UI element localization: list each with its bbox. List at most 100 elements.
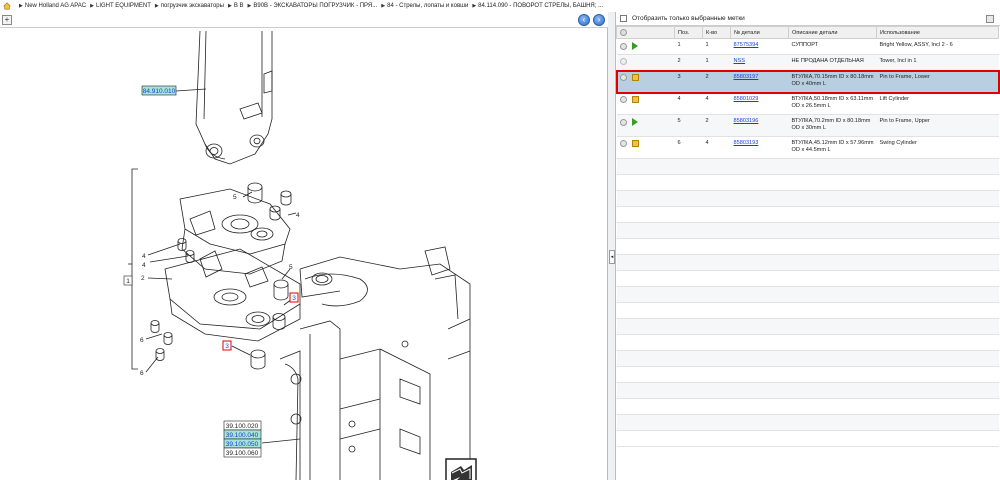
zoom-in-icon[interactable]: + [2, 15, 12, 25]
callout-label[interactable]: 5 [289, 264, 293, 271]
settings-circle-icon [620, 29, 627, 36]
callout-label-selected[interactable]: 3 [225, 343, 229, 350]
show-selected-only-checkbox[interactable] [620, 15, 627, 22]
empty-row [616, 174, 999, 191]
callout-label-selected[interactable]: 3 [292, 295, 296, 302]
quantity-cell: 4 [702, 92, 731, 115]
ref-label[interactable]: 39.100.060 [226, 450, 259, 457]
table-row[interactable]: 2 1 NSS НЕ ПРОДАНА ОТДЕЛЬНАЯ Tower, Incl… [616, 54, 999, 71]
breadcrumb-item[interactable]: погрузчик экскаваторы [161, 3, 224, 9]
exploded-parts-diagram[interactable]: 84.910.010 1 2 5 4 4 4 5 6 6 3 3 39.100.… [0, 29, 607, 480]
breadcrumb-item[interactable]: 84.114.090 - ПОВОРОТ СТРЕЛЫ, БАШНЯ; ... [478, 3, 603, 9]
quantity-cell: 4 [702, 136, 731, 159]
empty-row [616, 190, 999, 207]
usage-cell: Pin to Frame, Upper [876, 114, 999, 137]
collapse-arrow-icon[interactable]: ◂ [609, 250, 615, 264]
drawing-toolbar: + ‹ › [0, 12, 608, 28]
empty-row [616, 254, 999, 271]
yellow-box-icon [632, 140, 640, 147]
empty-row [616, 222, 999, 239]
add-to-cart-icon[interactable] [619, 96, 627, 103]
breadcrumb-item[interactable]: B B [234, 3, 244, 9]
add-to-cart-icon[interactable] [619, 58, 627, 65]
select-all-header[interactable] [616, 26, 675, 39]
empty-row [616, 158, 999, 175]
table-row-selected[interactable]: 3 2 85803197 ВТУЛКА,70.15mm ID x 80.18mm… [615, 69, 1000, 94]
chevron-right-icon: ▶ [247, 3, 252, 9]
home-icon[interactable] [3, 2, 11, 10]
quantity-cell: 1 [702, 38, 731, 55]
breadcrumb-item[interactable]: New Holland AG APAC [25, 3, 86, 9]
chevron-right-icon: ▶ [227, 3, 232, 9]
column-header[interactable]: № детали [730, 26, 789, 39]
direction-arrow-icon [445, 458, 477, 480]
column-header[interactable]: Поз. [674, 26, 703, 39]
yellow-box-icon [632, 96, 640, 103]
description-cell: НЕ ПРОДАНА ОТДЕЛЬНАЯ [788, 54, 877, 71]
part-number-link[interactable]: 85801029 [734, 96, 759, 102]
usage-cell: Lift Cylinder [876, 92, 999, 115]
table-row[interactable]: 5 2 85803196 ВТУЛКА,70.2mm ID x 80.18mm … [616, 114, 999, 137]
callout-label[interactable]: 1 [126, 278, 130, 285]
empty-row [616, 334, 999, 351]
breadcrumb: ▶ New Holland AG APAC ▶ LIGHT EQUIPMENT ▶ п… [0, 0, 1000, 12]
parts-table: Поз. К-во № детали Описание детали Испол… [615, 26, 1000, 447]
parts-list-pane: Отобразить только выбранные метки Поз. К… [615, 12, 1000, 480]
yellow-box-icon [632, 74, 640, 81]
previous-arrow-icon[interactable]: ‹ [578, 14, 590, 26]
callout-label[interactable]: 5 [233, 194, 237, 201]
column-header[interactable]: К-во [702, 26, 731, 39]
position-cell: 3 [674, 70, 703, 93]
part-number-link[interactable]: 87575394 [734, 42, 759, 48]
table-header: Поз. К-во № детали Описание детали Испол… [616, 26, 999, 39]
callout-label[interactable]: 2 [141, 275, 145, 282]
position-cell: 6 [674, 136, 703, 159]
ref-label[interactable]: 84.910.010 [143, 88, 176, 95]
part-number-link[interactable]: 85803193 [734, 140, 759, 146]
breadcrumb-item[interactable]: 84 - Стрелы, лопаты и ковши [387, 3, 468, 9]
part-number-link[interactable]: 85803196 [734, 118, 759, 124]
filter-bar: Отобразить только выбранные метки [616, 12, 1000, 26]
add-to-cart-icon[interactable] [619, 140, 627, 147]
drawing-pane: + ‹ › 84.910.010 1 2 5 4 4 4 5 6 6 3 3 3… [0, 12, 608, 480]
show-selected-only-label: Отобразить только выбранные метки [632, 15, 745, 22]
part-number-link[interactable]: 85803197 [734, 74, 759, 80]
add-to-cart-icon[interactable] [619, 42, 627, 50]
table-row[interactable]: 1 1 87575394 СУППОРТ Bright Yellow, ASSY… [616, 38, 999, 55]
usage-cell: Swing Cylinder [876, 136, 999, 159]
empty-row [616, 270, 999, 287]
export-icon[interactable] [986, 15, 994, 23]
callout-label[interactable]: 4 [142, 262, 146, 269]
chevron-right-icon: ▶ [472, 3, 477, 9]
empty-row [616, 238, 999, 255]
ref-label[interactable]: 39.100.050 [226, 441, 259, 448]
description-cell: ВТУЛКА,70.2mm ID x 80.18mm OD x 30mm L [788, 114, 877, 137]
callout-label[interactable]: 4 [296, 212, 300, 219]
chevron-right-icon: ▶ [154, 3, 159, 9]
add-to-cart-icon[interactable] [619, 74, 627, 81]
breadcrumb-item[interactable]: LIGHT EQUIPMENT [96, 3, 151, 9]
quantity-cell: 1 [702, 54, 731, 71]
part-number-link[interactable]: NSS [734, 58, 746, 64]
pane-splitter[interactable]: ◂ [608, 12, 616, 480]
table-row[interactable]: 4 4 85801029 ВТУЛКА,50.18mm ID x 63.11mm… [616, 92, 999, 115]
ref-label[interactable]: 39.100.040 [226, 432, 259, 439]
breadcrumb-item[interactable]: B90B - ЭКСКАВАТОРЫ ПОГРУЗЧИК - ПРЯ... [253, 3, 377, 9]
empty-row [616, 414, 999, 431]
add-to-cart-icon[interactable] [619, 118, 627, 126]
empty-row [616, 366, 999, 383]
column-header[interactable]: Использование [876, 26, 999, 39]
empty-row [616, 398, 999, 415]
quantity-cell: 2 [702, 70, 731, 93]
ref-label[interactable]: 39.100.020 [226, 423, 259, 430]
next-arrow-icon[interactable]: › [593, 14, 605, 26]
callout-label[interactable]: 6 [140, 370, 144, 377]
callout-label[interactable]: 6 [140, 337, 144, 344]
chevron-right-icon: ▶ [90, 3, 94, 9]
usage-cell: Pin to Frame, Lower [876, 70, 999, 93]
table-row[interactable]: 6 4 85803193 ВТУЛКА,45.12mm ID x 57.96mm… [616, 136, 999, 159]
column-header[interactable]: Описание детали [788, 26, 877, 39]
callout-label[interactable]: 4 [142, 253, 146, 260]
empty-row [616, 430, 999, 447]
chevron-right-icon: ▶ [381, 3, 386, 9]
